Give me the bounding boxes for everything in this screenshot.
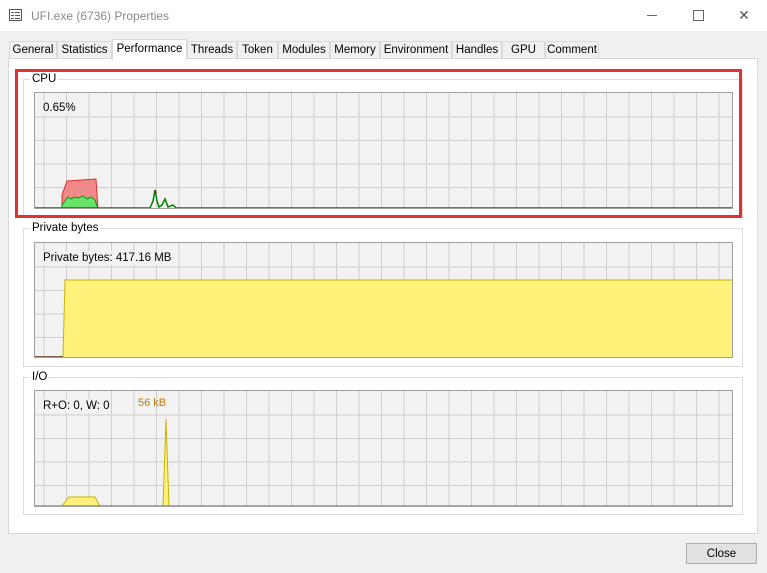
cpu-group-label: CPU: [30, 73, 59, 85]
private-bytes-graph: Private bytes: 417.16 MB: [34, 242, 733, 358]
io-peak-label: 56 kB: [138, 397, 167, 409]
io-peak-area: [162, 418, 170, 506]
io-readout: R+O: 0, W: 0: [43, 399, 110, 413]
cpu-kernel-spike: [154, 189, 157, 194]
cpu-usage-plot: [35, 93, 732, 208]
tab-modules[interactable]: Modules: [278, 41, 330, 58]
maximize-button[interactable]: [675, 0, 721, 31]
tab-memory[interactable]: Memory: [330, 41, 380, 58]
private-bytes-readout: Private bytes: 417.16 MB: [43, 251, 172, 265]
tab-threads[interactable]: Threads: [187, 41, 237, 58]
cpu-usage-readout: 0.65%: [43, 101, 76, 115]
tab-gpu[interactable]: GPU: [502, 41, 545, 58]
private-bytes-area: [63, 280, 732, 357]
cpu-graph: 0.65%: [34, 92, 733, 209]
tab-environment[interactable]: Environment: [380, 41, 452, 58]
tab-comment[interactable]: Comment: [545, 41, 599, 58]
close-window-button[interactable]: ✕: [721, 0, 767, 31]
cpu-total-area: [61, 195, 99, 208]
tab-token[interactable]: Token: [237, 41, 278, 58]
tab-handles[interactable]: Handles: [452, 41, 502, 58]
close-icon: ✕: [738, 7, 750, 23]
private-bytes-group-label: Private bytes: [30, 222, 101, 234]
tab-general[interactable]: General: [9, 41, 57, 58]
tab-statistics[interactable]: Statistics: [57, 41, 112, 58]
minimize-button[interactable]: [629, 0, 675, 31]
close-button[interactable]: Close: [686, 543, 757, 564]
io-group-label: I/O: [30, 371, 50, 383]
properties-window-icon: [9, 9, 22, 21]
minimize-icon: [647, 15, 657, 16]
title-bar: UFI.exe (6736) Properties ✕: [0, 0, 767, 31]
io-graph: R+O: 0, W: 0 56 kB: [34, 390, 733, 507]
window-title: UFI.exe (6736) Properties: [31, 9, 170, 23]
maximize-icon: [692, 10, 704, 21]
tab-performance[interactable]: Performance: [112, 39, 187, 60]
cpu-usage-line: [35, 189, 732, 208]
